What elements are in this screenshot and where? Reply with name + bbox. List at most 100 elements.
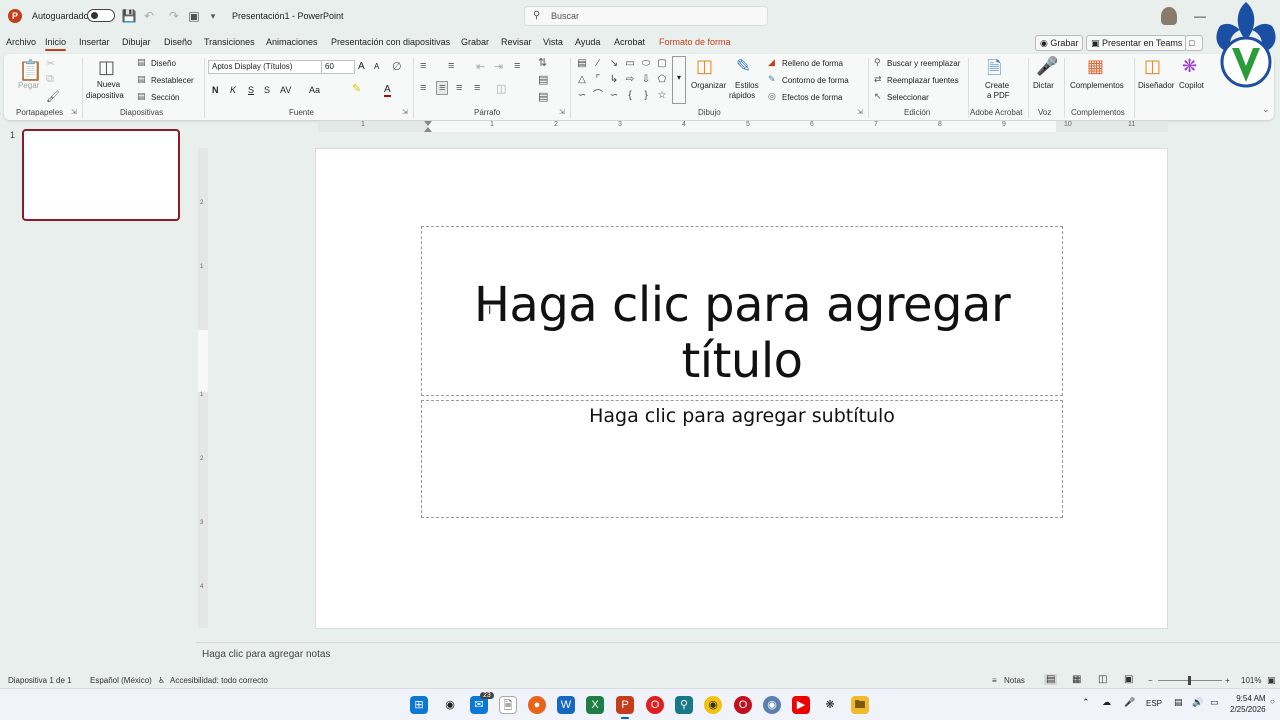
char-spacing-button[interactable]: AV	[280, 85, 291, 95]
change-case-button[interactable]: Aa	[309, 85, 320, 95]
right-brace-shape-icon[interactable]: }	[638, 89, 654, 103]
font-name-select[interactable]: Aptos Display (Títulos)	[208, 60, 322, 74]
collapse-ribbon-icon[interactable]: ⌄	[1262, 104, 1270, 115]
present-teams-button[interactable]: ▣ Presentar en Teams	[1086, 35, 1188, 51]
user-avatar[interactable]	[1161, 7, 1177, 25]
copilot-icon[interactable]: ❋	[1182, 56, 1197, 77]
align-left-icon[interactable]: ≡	[420, 82, 426, 94]
drawing-launcher-icon[interactable]: ⇲	[857, 108, 863, 116]
shadow-button[interactable]: S	[264, 85, 270, 95]
globe-icon[interactable]: ◉	[763, 696, 781, 714]
quick-styles-label-2[interactable]: rápidos	[729, 91, 755, 100]
slide-canvas[interactable]: Haga clic para agregar título Haga clic …	[315, 148, 1168, 629]
arrange-icon[interactable]: ◫	[696, 56, 713, 77]
create-pdf-label-2[interactable]: a PDF	[987, 91, 1010, 100]
addins-button[interactable]: Complementos	[1070, 81, 1124, 90]
search-box[interactable]: ⚲ Buscar	[524, 6, 768, 26]
decrease-indent-icon[interactable]: ⇤	[476, 60, 485, 73]
quick-styles-label-1[interactable]: Estilos	[735, 81, 759, 90]
tab-dibujar[interactable]: Dibujar	[122, 37, 151, 47]
paragraph-launcher-icon[interactable]: ⇲	[559, 108, 565, 116]
new-slide-icon[interactable]: ◫	[98, 57, 115, 78]
tab-grabar[interactable]: Grabar	[461, 37, 489, 47]
text-direction-icon[interactable]: ⇅	[538, 56, 547, 69]
justify-icon[interactable]: ≡	[474, 82, 480, 94]
tab-acrobat[interactable]: Acrobat	[614, 37, 645, 47]
left-brace-shape-icon[interactable]: {	[622, 89, 638, 103]
textbox-shape-icon[interactable]: ▤	[574, 57, 590, 71]
shape-effects-button[interactable]: Efectos de forma	[782, 93, 842, 102]
cut-icon[interactable]: ✂	[46, 57, 55, 70]
freeform-shape-icon[interactable]: ∽	[574, 89, 590, 103]
language-status[interactable]: Español (México)	[90, 676, 152, 685]
start-icon[interactable]: ⊞	[410, 696, 428, 714]
font-launcher-icon[interactable]: ⇲	[402, 108, 408, 116]
underline-button[interactable]: S	[248, 85, 254, 95]
word-icon[interactable]: W	[557, 696, 575, 714]
slide-thumbnail[interactable]	[22, 129, 180, 221]
comments-button[interactable]: □	[1185, 35, 1203, 51]
battery-icon[interactable]: ▭	[1210, 697, 1219, 708]
copilot-button[interactable]: Copilot	[1179, 81, 1204, 90]
select-button[interactable]: Seleccionar	[887, 93, 929, 102]
oval-shape-icon[interactable]: ⬭	[638, 57, 654, 71]
opera-icon[interactable]: O	[646, 696, 664, 714]
down-arrow-shape-icon[interactable]: ⇩	[638, 73, 654, 87]
align-text-icon[interactable]: ▤	[538, 73, 548, 86]
new-slide-label-1[interactable]: Nueva	[97, 80, 120, 89]
tab-formato-de-forma[interactable]: Formato de forma	[659, 37, 731, 47]
slideshow-icon[interactable]: ▣	[1124, 674, 1133, 685]
excel-icon[interactable]: X	[586, 696, 604, 714]
file-explorer-icon[interactable]: 🖿	[851, 696, 869, 714]
paste-label[interactable]: Pegar	[18, 81, 39, 90]
youtube-icon[interactable]: ▶	[792, 696, 810, 714]
mic-tray-icon[interactable]: 🎤	[1124, 697, 1135, 708]
quick-styles-icon[interactable]: ✎	[736, 56, 751, 77]
tray-overflow-icon[interactable]: ⌃	[1082, 697, 1090, 708]
triangle-shape-icon[interactable]: △	[574, 73, 590, 87]
input-language[interactable]: ESP	[1146, 699, 1162, 708]
align-center-icon[interactable]: ≡	[436, 81, 449, 95]
wifi-icon[interactable]: ▤	[1174, 697, 1183, 708]
file-icon[interactable]: 🗎	[499, 696, 517, 714]
zoom-slider-handle[interactable]	[1188, 676, 1191, 685]
grow-font-button[interactable]: A	[358, 61, 365, 72]
font-size-select[interactable]: 60	[321, 60, 355, 74]
fit-slide-icon[interactable]: ▣	[1267, 675, 1276, 686]
normal-view-icon[interactable]: ▤	[1044, 674, 1058, 685]
onedrive-icon[interactable]: ☁	[1102, 697, 1111, 708]
pentagon-shape-icon[interactable]: ⬠	[654, 73, 670, 87]
tab-vista[interactable]: Vista	[543, 37, 563, 47]
reset-button[interactable]: Restablecer	[151, 76, 194, 85]
tab-animaciones[interactable]: Animaciones	[266, 37, 318, 47]
star-shape-icon[interactable]: ☆	[654, 89, 670, 103]
notes-toggle-button[interactable]: Notas	[1004, 676, 1025, 685]
layout-button[interactable]: Diseño	[151, 59, 176, 68]
addins-icon[interactable]: ▦	[1087, 56, 1104, 77]
shape-fill-button[interactable]: Relleno de forma	[782, 59, 843, 68]
bold-button[interactable]: N	[212, 85, 219, 95]
save-icon[interactable]: 💾	[121, 8, 137, 24]
font-color-button[interactable]: A	[384, 84, 391, 97]
zoom-in-icon[interactable]: +	[1225, 676, 1230, 685]
dictate-button[interactable]: Dictar	[1033, 81, 1054, 90]
designer-button[interactable]: Diseñador	[1138, 81, 1174, 90]
tab-insertar[interactable]: Insertar	[79, 37, 110, 47]
redo-icon[interactable]: ↷	[166, 8, 182, 24]
line-shape-icon[interactable]: ∕	[590, 57, 606, 71]
arc-shape-icon[interactable]: ⌒	[590, 89, 606, 103]
notifications-icon[interactable]: ○	[1270, 697, 1275, 706]
copy-icon[interactable]: ⧉	[46, 73, 54, 86]
minimize-icon[interactable]: —	[1190, 8, 1210, 24]
record-button[interactable]: ◉ Grabar	[1035, 35, 1084, 51]
opera-gx-icon[interactable]: O	[734, 696, 752, 714]
elbow-connector-icon[interactable]: ⌜	[590, 73, 606, 87]
columns-icon[interactable]: ◫	[496, 82, 506, 95]
reading-view-icon[interactable]: ◫	[1098, 674, 1107, 685]
paste-icon[interactable]: 📋	[18, 58, 43, 83]
smartart-icon[interactable]: ▤	[538, 90, 548, 103]
powerpoint-taskbar-icon[interactable]: P	[616, 696, 634, 719]
volume-icon[interactable]: 🔊	[1192, 697, 1203, 708]
tab-diseno[interactable]: Diseño	[164, 37, 192, 47]
format-painter-icon[interactable]: 🖌	[46, 90, 60, 103]
